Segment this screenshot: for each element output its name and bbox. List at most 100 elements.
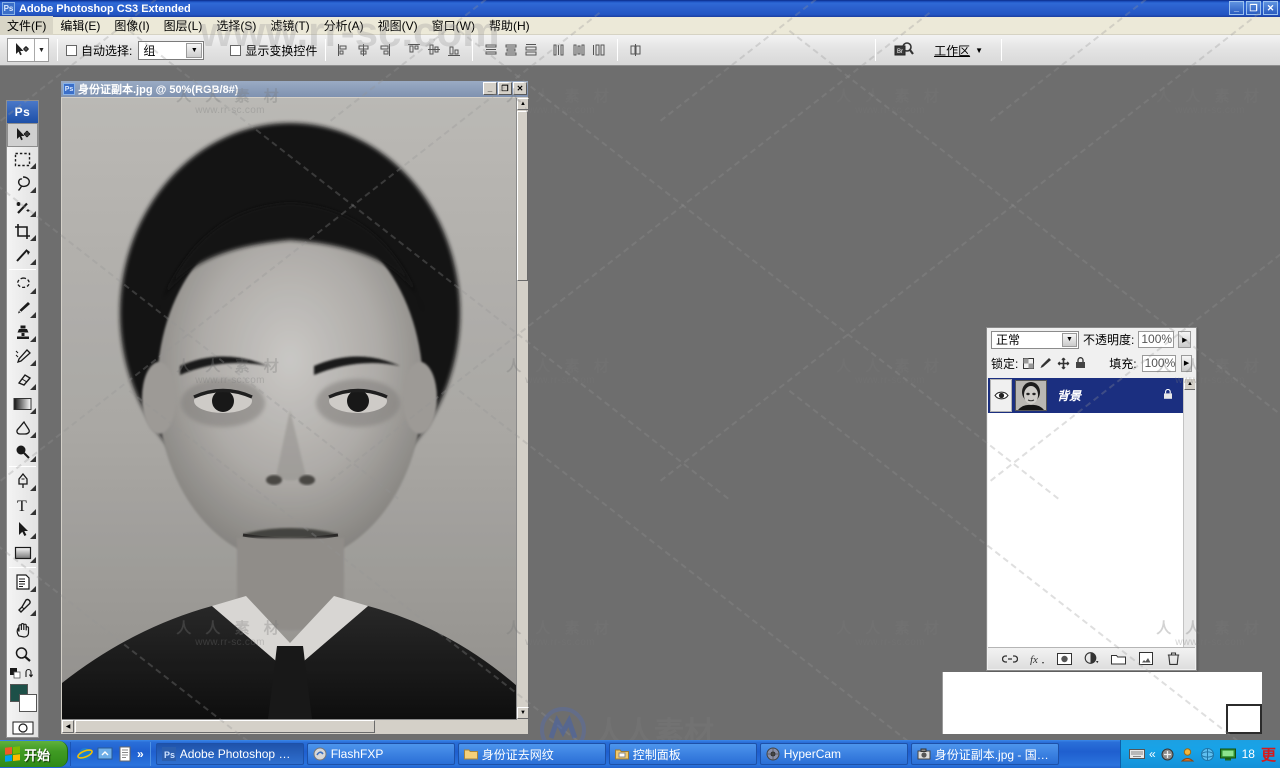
taskbar-item-image-viewer[interactable]: 身份证副本.jpg - 国科... [910, 743, 1059, 765]
document-close-button[interactable]: ✕ [513, 82, 527, 95]
tool-lasso[interactable] [7, 171, 38, 195]
flyout-arrow-icon[interactable] [30, 360, 36, 366]
background-color-swatch[interactable] [19, 694, 37, 712]
quick-launch-overflow-icon[interactable]: » [137, 747, 144, 761]
align-horizontal-centers-button[interactable] [355, 40, 373, 60]
vertical-scroll-thumb[interactable] [517, 111, 528, 281]
tool-path-selection[interactable] [7, 517, 38, 541]
tool-hand[interactable] [7, 618, 38, 642]
align-vertical-centers-button[interactable] [425, 40, 443, 60]
align-top-edges-button[interactable] [405, 40, 423, 60]
auto-align-layers-button[interactable] [627, 40, 645, 60]
flyout-arrow-icon[interactable] [30, 509, 36, 515]
distribute-right-edges-button[interactable] [590, 40, 608, 60]
toolbox-tools[interactable]: T [7, 123, 38, 764]
default-colors-icon[interactable] [10, 667, 21, 679]
flyout-arrow-icon[interactable] [30, 235, 36, 241]
layer-thumbnail[interactable] [1015, 380, 1047, 411]
tool-crop[interactable] [7, 219, 38, 243]
new-group-button[interactable] [1111, 651, 1127, 667]
tool-dodge[interactable] [7, 440, 38, 464]
align-left-edges-button[interactable] [335, 40, 353, 60]
layers-lock-row[interactable]: 锁定: 填充: 100% ▶ [987, 351, 1196, 375]
opacity-value[interactable]: 100% [1138, 331, 1175, 348]
tool-brush[interactable] [7, 296, 38, 320]
document-window-controls[interactable]: _ ❐ ✕ [483, 82, 527, 95]
menu-item-select[interactable]: 选择(S) [209, 16, 263, 35]
tool-marquee[interactable] [7, 147, 38, 171]
taskbar-item-photoshop[interactable]: Ps Adobe Photoshop CS3 E... [155, 743, 304, 765]
tray-clock[interactable]: 18 [1240, 747, 1257, 761]
flyout-arrow-icon[interactable] [30, 586, 36, 592]
flyout-arrow-icon[interactable] [30, 288, 36, 294]
quick-mask-button[interactable] [7, 716, 38, 740]
menu-item-filter[interactable]: 滤镜(T) [263, 16, 316, 35]
flyout-arrow-icon[interactable] [30, 408, 36, 414]
flyout-arrow-icon[interactable] [30, 211, 36, 217]
flyout-arrow-icon[interactable] [30, 432, 36, 438]
add-layer-mask-button[interactable] [1056, 651, 1072, 667]
fill-slider-button[interactable]: ▶ [1181, 354, 1192, 372]
taskbar-item-control-panel[interactable]: 控制面板 [608, 743, 757, 765]
id-portrait-image[interactable] [62, 98, 517, 719]
start-button[interactable]: 开始 [0, 741, 68, 767]
chevron-down-icon[interactable]: ▼ [1062, 332, 1077, 347]
flyout-arrow-icon[interactable] [30, 557, 36, 563]
layer-style-button[interactable]: fx [1029, 651, 1045, 667]
ime-indicator[interactable]: 更 [1261, 744, 1276, 765]
options-bar-right[interactable]: Br 工作区 ▼ [867, 35, 1010, 66]
flyout-arrow-icon[interactable] [30, 259, 36, 265]
keyboard-icon[interactable] [1128, 746, 1145, 762]
layers-list[interactable]: 背景 ▲ [988, 378, 1195, 647]
color-swatches[interactable] [7, 682, 38, 716]
quick-launch-bar[interactable]: » [70, 742, 151, 766]
layers-panel-toolbar[interactable]: fx [988, 647, 1195, 669]
bridge-button[interactable]: Br [884, 38, 924, 62]
tool-pen[interactable] [7, 469, 38, 493]
tool-eraser[interactable] [7, 368, 38, 392]
chevron-down-icon[interactable]: ▼ [186, 42, 203, 58]
taskbar-item-flashfxp[interactable]: FlashFXP [306, 743, 455, 765]
internet-explorer-icon[interactable] [77, 746, 93, 762]
monitor-icon[interactable] [1219, 746, 1236, 762]
scroll-up-button[interactable]: ▲ [517, 98, 529, 110]
flyout-arrow-icon[interactable] [30, 187, 36, 193]
tool-gradient[interactable] [7, 392, 38, 416]
minimize-button[interactable]: _ [1229, 1, 1244, 15]
menu-item-file[interactable]: 文件(F) [0, 16, 54, 35]
new-adjustment-layer-button[interactable] [1083, 651, 1099, 667]
scroll-left-button[interactable]: ◀ [62, 720, 74, 733]
flyout-arrow-icon[interactable] [30, 610, 36, 616]
restore-button[interactable]: ❐ [1246, 1, 1261, 15]
tool-type[interactable]: T [7, 493, 38, 517]
layers-blend-row[interactable]: 正常 ▼ 不透明度: 100% ▶ [987, 328, 1196, 351]
tool-zoom[interactable] [7, 642, 38, 666]
auto-select-scope-dropdown[interactable]: 组 ▼ [138, 40, 205, 60]
document-title-bar[interactable]: Ps 身份证副本.jpg @ 50%(RGB/8#) _ ❐ ✕ [61, 81, 528, 97]
windows-taskbar[interactable]: 开始 » Ps Adobe Photoshop CS3 E... FlashFX… [0, 740, 1280, 768]
document-window[interactable]: Ps 身份证副本.jpg @ 50%(RGB/8#) _ ❐ ✕ ▲ ▼ ◀ [60, 80, 529, 735]
tool-slice[interactable] [7, 243, 38, 267]
align-right-edges-button[interactable] [375, 40, 393, 60]
antivirus-icon[interactable] [1160, 746, 1176, 762]
layers-scroll-up-button[interactable]: ▲ [1184, 378, 1195, 390]
tool-notes[interactable] [7, 570, 38, 594]
lock-position-icon[interactable] [1057, 356, 1070, 370]
tool-history-brush[interactable] [7, 344, 38, 368]
menu-item-window[interactable]: 窗口(W) [425, 16, 482, 35]
blend-mode-dropdown[interactable]: 正常 ▼ [991, 330, 1079, 349]
layer-name[interactable]: 背景 [1057, 387, 1081, 404]
color-util-row[interactable] [7, 666, 38, 680]
lock-all-icon[interactable] [1075, 356, 1086, 370]
active-tool-preset[interactable]: ▼ [7, 38, 49, 62]
workspace-button[interactable]: 工作区 ▼ [924, 38, 993, 62]
distribute-horizontal-centers-button[interactable] [570, 40, 588, 60]
link-layers-button[interactable] [1001, 651, 1018, 667]
menu-bar[interactable]: 文件(F) 编辑(E) 图像(I) 图层(L) 选择(S) 滤镜(T) 分析(A… [0, 16, 1280, 35]
flyout-arrow-icon[interactable] [30, 163, 36, 169]
document-canvas[interactable] [62, 98, 517, 719]
menu-item-edit[interactable]: 编辑(E) [53, 16, 107, 35]
distribute-bottom-edges-button[interactable] [522, 40, 540, 60]
layer-visibility-toggle[interactable] [990, 379, 1012, 412]
new-layer-button[interactable] [1138, 651, 1154, 667]
